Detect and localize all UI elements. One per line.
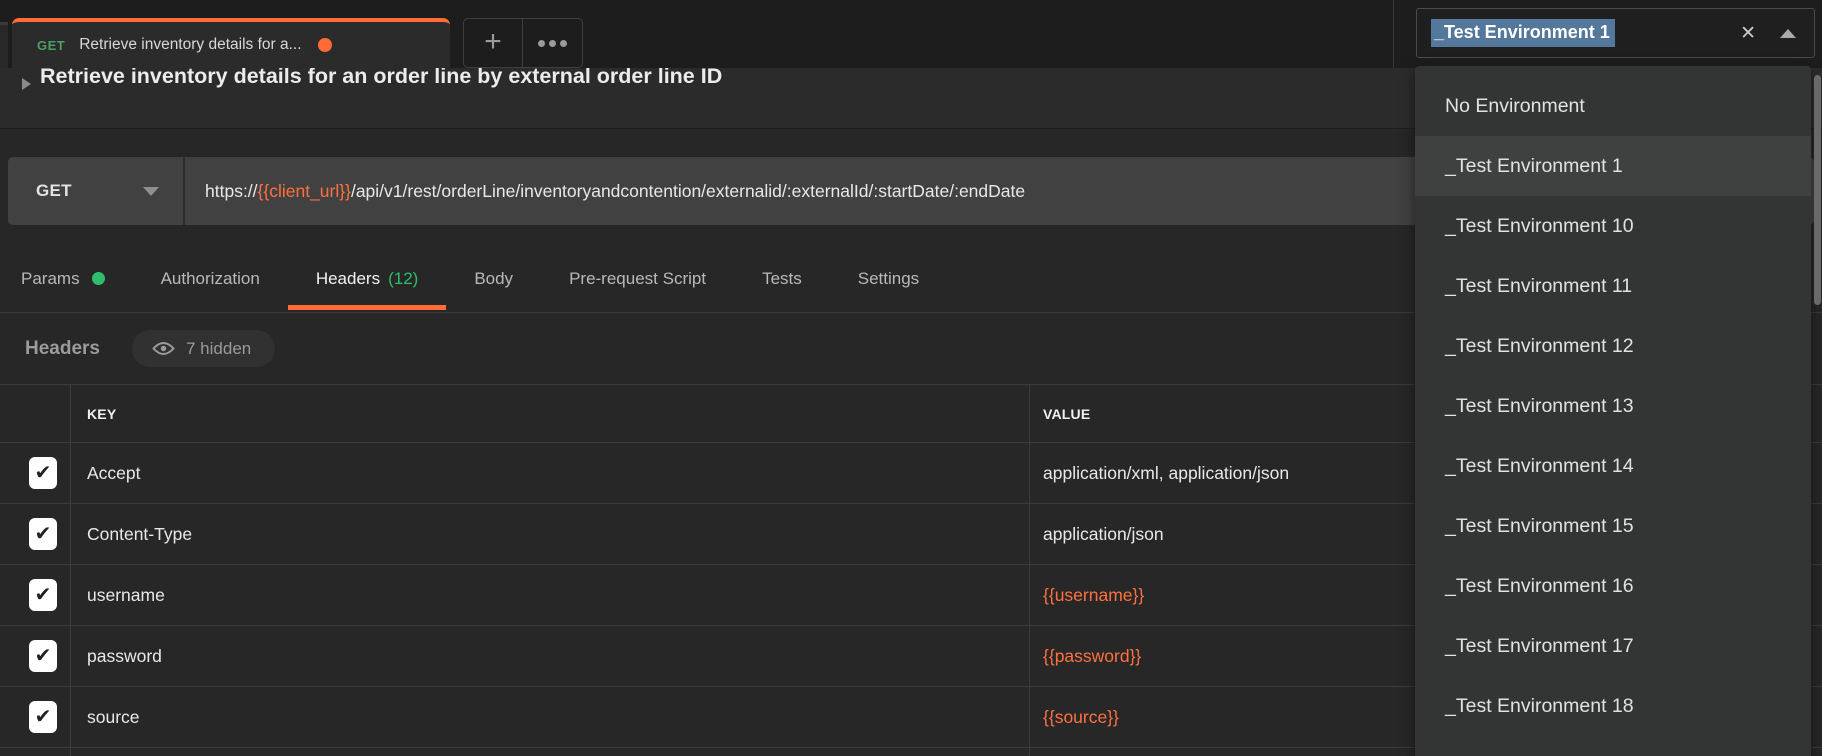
ellipsis-icon [538, 40, 567, 47]
row-checkbox[interactable]: ✔ [29, 640, 57, 672]
params-active-dot [92, 272, 105, 285]
tab-pre-request-label: Pre-request Script [569, 269, 706, 289]
tab-params[interactable]: Params [0, 245, 133, 312]
tab-pre-request-script[interactable]: Pre-request Script [541, 245, 734, 312]
headers-count: (12) [388, 269, 418, 289]
tab-method-badge: GET [37, 38, 65, 53]
env-option[interactable]: _Test Environment 13 [1415, 376, 1811, 436]
tab-tests[interactable]: Tests [734, 245, 830, 312]
env-option[interactable]: _Test Environment 12 [1415, 316, 1811, 376]
environment-selector-input[interactable]: _Test Environment 1 ✕ [1416, 8, 1815, 58]
header-value[interactable]: application/xml, application/json [1043, 463, 1289, 484]
header-key[interactable]: source [87, 707, 140, 728]
tab-title: Retrieve inventory details for a... [79, 36, 301, 54]
collapse-caret-icon[interactable] [22, 78, 31, 90]
tab-tests-label: Tests [762, 269, 802, 289]
row-checkbox[interactable]: ✔ [29, 579, 57, 611]
request-tab-active[interactable]: GET Retrieve inventory details for a... [12, 18, 450, 68]
eye-icon [152, 341, 175, 356]
header-value[interactable]: {{source}} [1043, 707, 1119, 728]
env-option[interactable]: _Test Environment 18 [1415, 676, 1811, 736]
env-option[interactable]: _Test Environment 10 [1415, 196, 1811, 256]
tab-settings-label: Settings [858, 269, 919, 289]
url-variable: {{client_url}} [258, 181, 351, 202]
tab-settings[interactable]: Settings [830, 245, 947, 312]
tab-headers-label: Headers [316, 269, 380, 289]
hidden-headers-label: 7 hidden [186, 339, 251, 359]
request-title: Retrieve inventory details for an order … [40, 68, 722, 93]
env-option[interactable]: _Test Environment 14 [1415, 436, 1811, 496]
header-key[interactable]: Accept [87, 463, 141, 484]
row-checkbox[interactable]: ✔ [29, 518, 57, 550]
tab-params-label: Params [21, 269, 80, 289]
env-option[interactable]: _Test Environment 1 [1415, 136, 1811, 196]
header-value[interactable]: {{username}} [1043, 585, 1144, 606]
headers-section-title: Headers [25, 338, 100, 360]
url-path: /api/v1/rest/orderLine/inventoryandconte… [351, 181, 1025, 202]
env-option-no-environment[interactable]: No Environment [1415, 76, 1811, 136]
tab-authorization[interactable]: Authorization [133, 245, 288, 312]
active-tab-underline [288, 305, 447, 310]
tab-bar: GET Retrieve inventory details for a... … [0, 0, 1822, 68]
checkmark-icon: ✔ [35, 524, 52, 544]
method-select[interactable]: GET [8, 157, 185, 225]
header-key[interactable]: Content-Type [87, 524, 192, 545]
tab-authorization-label: Authorization [161, 269, 260, 289]
checkmark-icon: ✔ [35, 707, 52, 727]
header-key[interactable]: username [87, 585, 165, 606]
row-checkbox[interactable]: ✔ [29, 701, 57, 733]
header-value[interactable]: application/json [1043, 524, 1164, 545]
unsaved-changes-dot [318, 38, 332, 52]
checkmark-icon: ✔ [35, 585, 52, 605]
more-tabs-button[interactable] [523, 19, 582, 67]
header-value[interactable]: {{password}} [1043, 646, 1141, 667]
header-key[interactable]: password [87, 646, 162, 667]
new-tab-button[interactable]: + [464, 19, 523, 67]
chevron-down-icon [143, 187, 159, 196]
collapse-dropdown-icon[interactable] [1780, 29, 1796, 38]
value-column-header: VALUE [1043, 406, 1090, 422]
checkmark-icon: ✔ [35, 646, 52, 666]
checkbox-column-header [0, 385, 71, 442]
env-option[interactable]: _Test Environment 17 [1415, 616, 1811, 676]
topbar-divider [1393, 0, 1394, 68]
tab-body[interactable]: Body [446, 245, 541, 312]
plus-icon: + [484, 27, 502, 57]
key-column-header: KEY [87, 406, 116, 422]
hidden-headers-toggle[interactable]: 7 hidden [132, 330, 275, 367]
environment-dropdown: No Environment _Test Environment 1 _Test… [1415, 66, 1811, 756]
tab-headers[interactable]: Headers (12) [288, 245, 447, 312]
previous-tab-edge[interactable] [0, 22, 8, 68]
url-prefix: https:// [205, 181, 258, 202]
clear-environment-icon[interactable]: ✕ [1740, 24, 1756, 43]
method-label: GET [36, 181, 72, 201]
checkmark-icon: ✔ [35, 463, 52, 483]
tab-body-label: Body [474, 269, 513, 289]
env-option[interactable]: _Test Environment 15 [1415, 496, 1811, 556]
environment-selected-text: _Test Environment 1 [1431, 19, 1615, 47]
env-option[interactable]: _Test Environment 11 [1415, 256, 1811, 316]
scrollbar-thumb[interactable] [1814, 75, 1821, 305]
row-checkbox[interactable]: ✔ [29, 457, 57, 489]
tab-actions-group: + [463, 18, 583, 68]
env-option[interactable]: _Test Environment 16 [1415, 556, 1811, 616]
